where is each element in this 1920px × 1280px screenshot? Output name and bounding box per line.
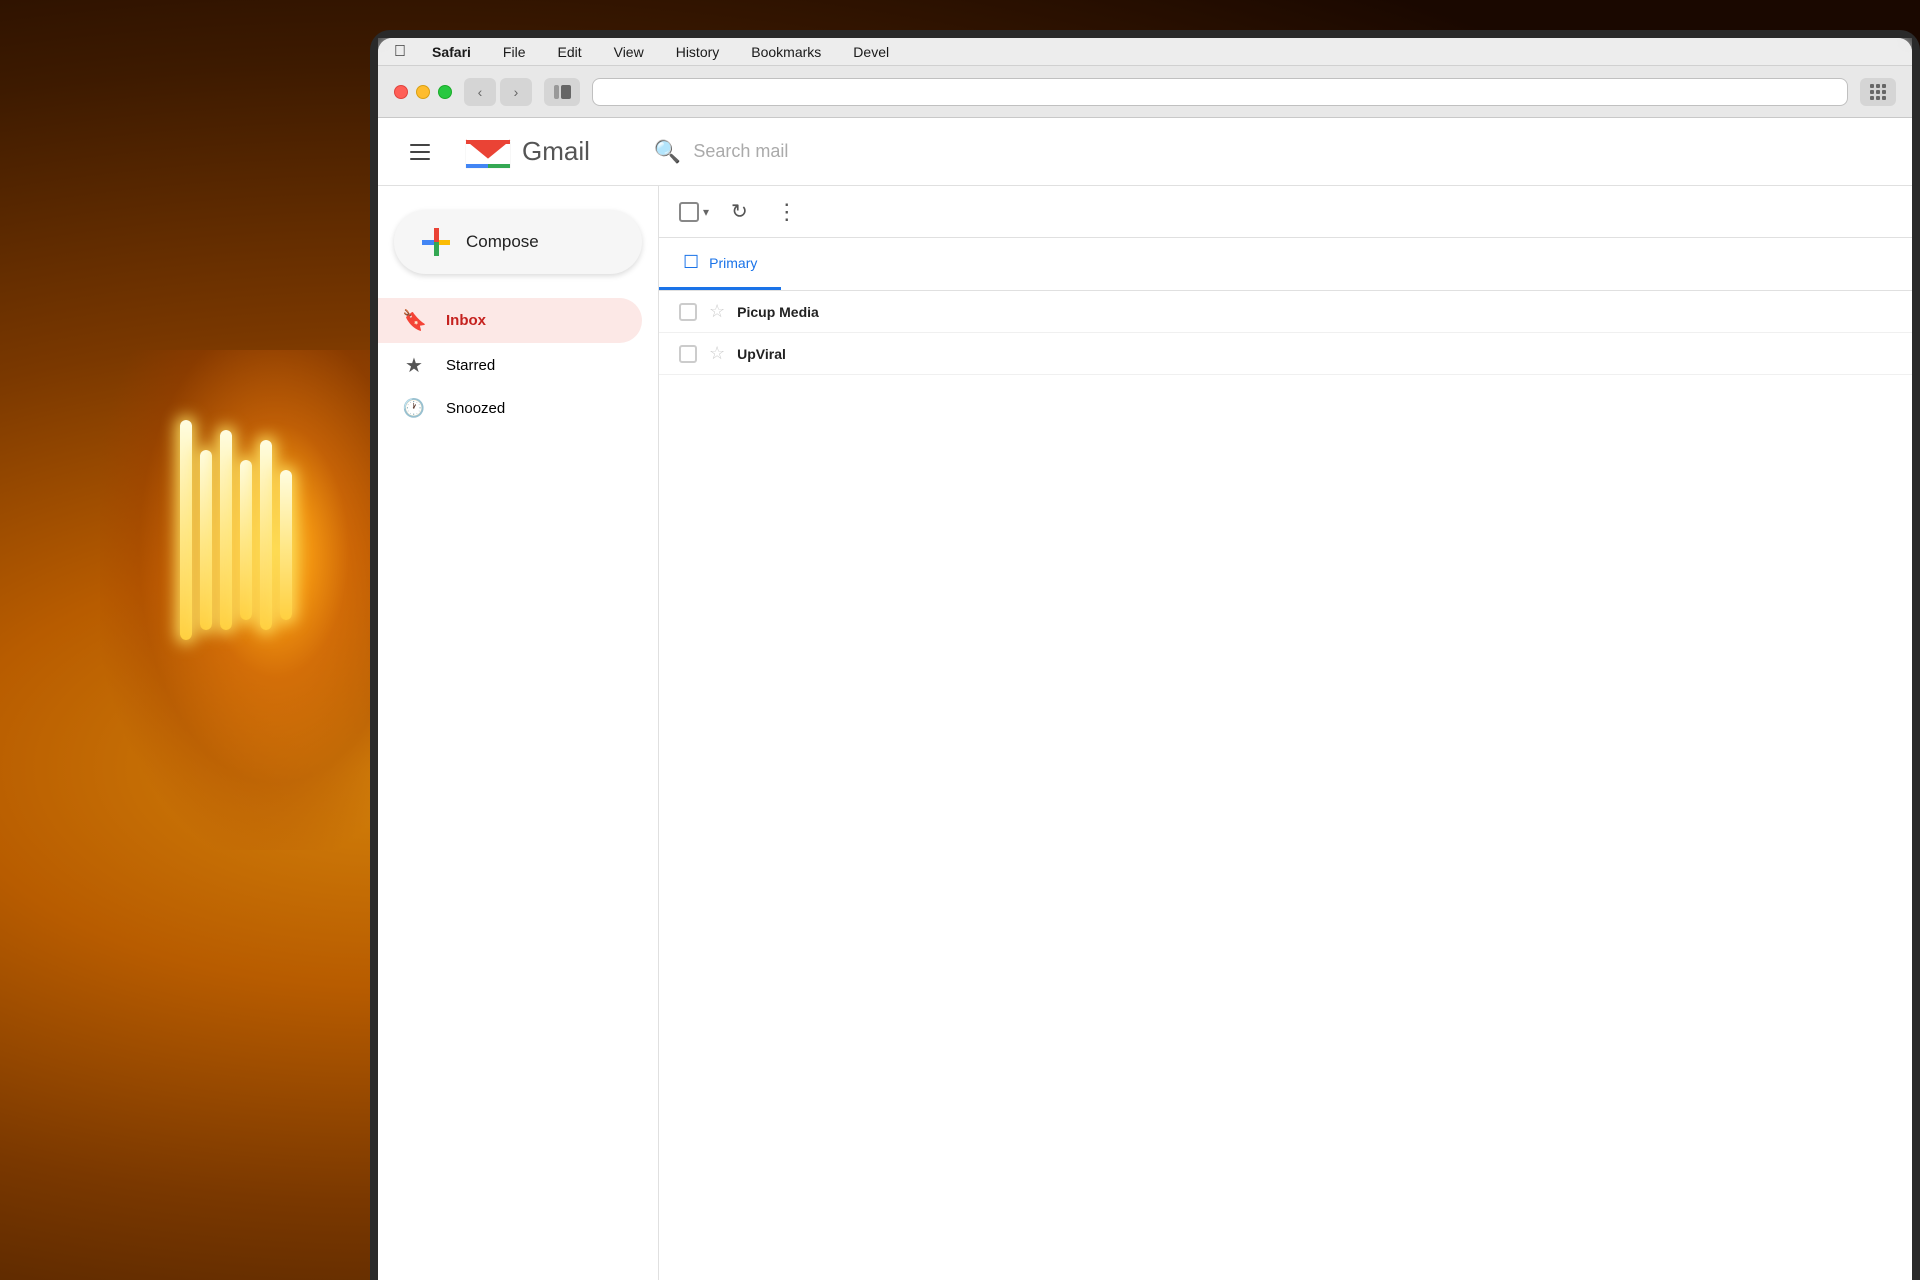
email-sender-1: Picup Media xyxy=(737,304,917,320)
starred-icon: ★ xyxy=(402,353,426,378)
compose-button[interactable]: Compose xyxy=(394,210,642,274)
compose-plus-icon xyxy=(422,228,450,256)
starred-label: Starred xyxy=(446,357,495,374)
dot-3 xyxy=(1882,84,1886,88)
email-list: ☆ Picup Media ☆ UpViral xyxy=(659,291,1912,1280)
develop-menu-item[interactable]: Devel xyxy=(847,42,895,62)
nav-buttons: ‹ › xyxy=(464,78,532,106)
maximize-button[interactable] xyxy=(438,85,452,99)
gmail-body: Compose 🔖 Inbox ★ Starred xyxy=(378,186,1912,1280)
email-star-2[interactable]: ☆ xyxy=(709,343,725,364)
inbox-label: Inbox xyxy=(446,312,486,329)
sidebar-item-starred[interactable]: ★ Starred xyxy=(378,343,642,388)
screen-content:  Safari File Edit View History Bookmark… xyxy=(378,38,1912,1280)
edit-menu-item[interactable]: Edit xyxy=(551,42,587,62)
gmail-search-bar[interactable]: 🔍 Search mail xyxy=(654,139,1888,165)
sidebar-right xyxy=(561,85,571,99)
email-toolbar: ▾ ↻ ⋮ xyxy=(659,186,1912,238)
close-button[interactable] xyxy=(394,85,408,99)
primary-tab-label: Primary xyxy=(709,255,757,271)
grid-icon xyxy=(1870,84,1886,100)
tube-1 xyxy=(180,420,192,640)
file-menu-item[interactable]: File xyxy=(497,42,532,62)
history-menu-item[interactable]: History xyxy=(670,42,726,62)
lamp-tubes xyxy=(180,420,300,700)
gmail-wordmark: Gmail xyxy=(522,136,590,167)
sidebar-left xyxy=(554,85,559,99)
more-options-button[interactable]: ⋮ xyxy=(770,193,804,231)
minimize-button[interactable] xyxy=(416,85,430,99)
screen-bezel:  Safari File Edit View History Bookmark… xyxy=(378,38,1912,1280)
tube-2 xyxy=(200,450,212,630)
tab-primary[interactable]: ☐ Primary xyxy=(659,238,781,290)
tube-3 xyxy=(220,430,232,630)
tube-6 xyxy=(280,470,292,620)
email-row-2[interactable]: ☆ UpViral xyxy=(659,333,1912,375)
compose-label: Compose xyxy=(466,232,539,252)
gmail-main: ▾ ↻ ⋮ xyxy=(658,186,1912,1280)
dot-6 xyxy=(1882,90,1886,94)
address-bar[interactable] xyxy=(592,78,1848,106)
dot-7 xyxy=(1870,96,1874,100)
email-star-1[interactable]: ☆ xyxy=(709,301,725,322)
primary-tab-icon: ☐ xyxy=(683,252,699,273)
dot-9 xyxy=(1882,96,1886,100)
bookmarks-menu-item[interactable]: Bookmarks xyxy=(745,42,827,62)
back-button[interactable]: ‹ xyxy=(464,78,496,106)
email-checkbox-1[interactable] xyxy=(679,303,697,321)
hamburger-line-2 xyxy=(410,151,430,153)
sidebar-toggle-icon xyxy=(554,85,571,99)
forward-button[interactable]: › xyxy=(500,78,532,106)
dot-5 xyxy=(1876,90,1880,94)
snoozed-label: Snoozed xyxy=(446,400,505,417)
hamburger-line-1 xyxy=(410,144,430,146)
sidebar-item-inbox[interactable]: 🔖 Inbox xyxy=(378,298,642,343)
more-icon: ⋮ xyxy=(776,199,798,225)
traffic-lights xyxy=(394,85,452,99)
gmail-content: Gmail 🔍 Search mail xyxy=(378,118,1912,1280)
search-icon: 🔍 xyxy=(654,139,681,165)
macos-menubar:  Safari File Edit View History Bookmark… xyxy=(378,38,1912,66)
email-sender-2: UpViral xyxy=(737,346,917,362)
safari-menu-item[interactable]: Safari xyxy=(426,42,477,62)
select-all-checkbox[interactable] xyxy=(679,202,699,222)
sidebar-item-snoozed[interactable]: 🕐 Snoozed xyxy=(378,388,642,429)
dot-4 xyxy=(1870,90,1874,94)
inbox-icon: 🔖 xyxy=(402,308,426,333)
back-icon: ‹ xyxy=(478,84,483,100)
gmail-logo: Gmail xyxy=(462,132,590,172)
safari-window: ‹ › xyxy=(378,66,1912,1280)
gmail-header: Gmail 🔍 Search mail xyxy=(378,118,1912,186)
refresh-icon: ↻ xyxy=(731,199,748,224)
email-checkbox-2[interactable] xyxy=(679,345,697,363)
search-placeholder-text: Search mail xyxy=(693,141,788,162)
checkbox-dropdown-arrow[interactable]: ▾ xyxy=(703,205,709,219)
hamburger-menu-button[interactable] xyxy=(402,136,438,168)
refresh-button[interactable]: ↻ xyxy=(725,193,754,230)
safari-toolbar: ‹ › xyxy=(378,66,1912,118)
hamburger-line-3 xyxy=(410,158,430,160)
gmail-sidebar: Compose 🔖 Inbox ★ Starred xyxy=(378,186,658,1280)
macbook-frame:  Safari File Edit View History Bookmark… xyxy=(370,30,1920,1280)
sidebar-toggle-button[interactable] xyxy=(544,78,580,106)
dot-1 xyxy=(1870,84,1874,88)
gmail-m-logo xyxy=(462,132,514,172)
snoozed-icon: 🕐 xyxy=(402,398,426,419)
email-row-1[interactable]: ☆ Picup Media xyxy=(659,291,1912,333)
view-menu-item[interactable]: View xyxy=(608,42,650,62)
tube-4 xyxy=(240,460,252,620)
apple-menu-item[interactable]:  xyxy=(394,43,406,61)
tab-overview-button[interactable] xyxy=(1860,78,1896,106)
gmail-tabs: ☐ Primary xyxy=(659,238,1912,291)
dot-8 xyxy=(1876,96,1880,100)
tube-5 xyxy=(260,440,272,630)
forward-icon: › xyxy=(514,84,519,100)
dot-2 xyxy=(1876,84,1880,88)
